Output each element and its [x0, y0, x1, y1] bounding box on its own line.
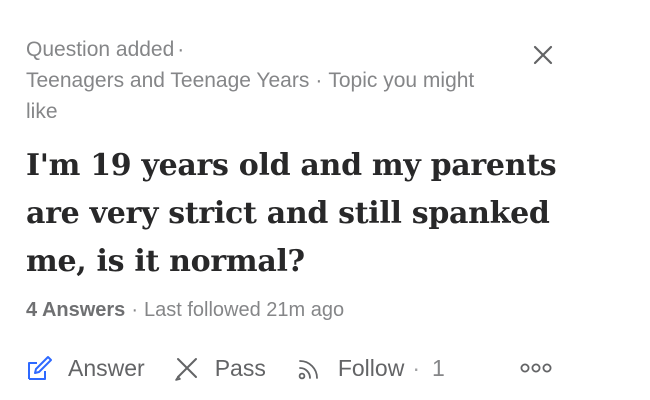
pass-label: Pass: [214, 354, 266, 381]
follow-icon: [294, 352, 326, 384]
status-text: Question added: [26, 38, 175, 61]
meta-separator: ·: [177, 38, 185, 61]
follow-label: Follow: [337, 354, 405, 381]
question-title[interactable]: I'm 19 years old and my parents are very…: [26, 142, 586, 286]
last-followed: Last followed 21m ago: [143, 299, 345, 321]
pencil-icon: [24, 352, 56, 384]
answer-label: Answer: [68, 354, 145, 381]
topic-link[interactable]: Teenagers and Teenage Years: [26, 69, 309, 92]
topic-separator: ·: [315, 69, 323, 92]
dismiss-button[interactable]: [528, 40, 558, 70]
follow-separator: ·: [412, 354, 420, 381]
question-meta: Question added · Teenagers and Teenage Ye…: [26, 34, 496, 127]
answer-count[interactable]: 4 Answers: [26, 299, 125, 321]
stats-separator: ·: [131, 299, 138, 321]
question-stats: 4 Answers · Last followed 21m ago: [26, 296, 344, 324]
more-options-button[interactable]: [516, 352, 556, 384]
answer-button[interactable]: Answer: [24, 352, 145, 384]
question-card: Question added · Teenagers and Teenage Ye…: [0, 0, 650, 400]
action-bar: Answer Pass Follow · 1: [24, 346, 624, 390]
pass-button[interactable]: Pass: [171, 352, 266, 384]
follow-count: 1: [431, 354, 445, 381]
pass-icon: [171, 352, 203, 384]
more-options-icon: [520, 363, 552, 373]
close-icon: [533, 45, 553, 65]
follow-button[interactable]: Follow · 1: [294, 352, 445, 384]
